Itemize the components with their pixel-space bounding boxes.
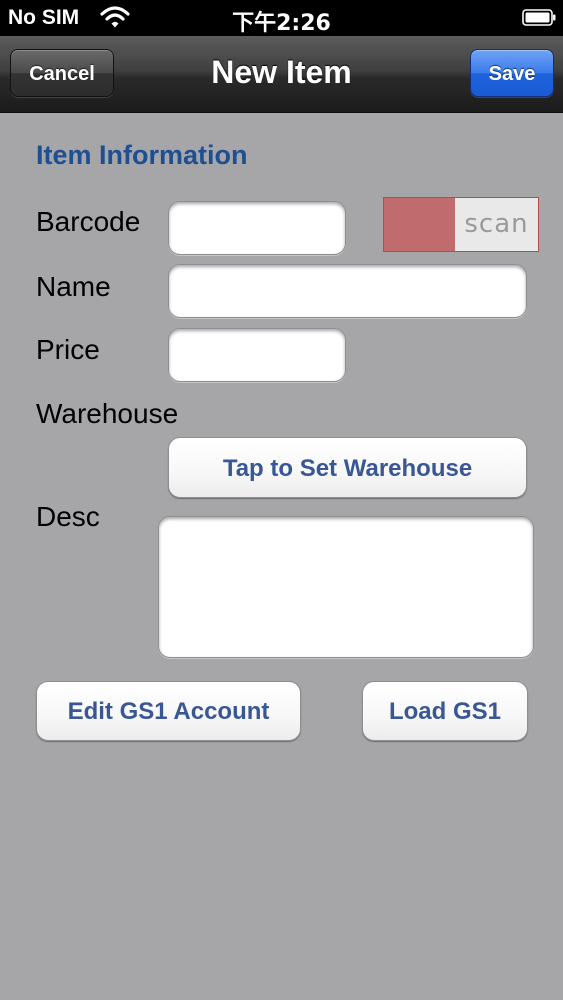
screen: No SIM 下午2:26 Cancel New Item Save Item … [0,0,563,1000]
load-gs1-button[interactable]: Load GS1 [362,681,528,741]
barcode-field-container [168,201,346,255]
barcode-label: Barcode [36,206,141,237]
price-input[interactable] [179,335,335,375]
save-button[interactable]: Save [470,49,554,97]
price-field-container [168,328,346,382]
barcode-input[interactable] [179,208,335,248]
section-title: Item Information [36,140,248,170]
name-input[interactable] [179,271,516,311]
desc-label: Desc [36,501,100,532]
status-bar: No SIM 下午2:26 [0,0,563,36]
name-label: Name [36,271,111,302]
battery-icon [522,9,556,26]
scan-toggle-label: scan [455,198,538,251]
edit-gs1-account-button[interactable]: Edit GS1 Account [36,681,301,741]
status-time: 下午2:26 [232,11,331,36]
name-field-container [168,264,527,318]
desc-textarea[interactable] [169,523,523,651]
set-warehouse-button[interactable]: Tap to Set Warehouse [168,437,527,498]
desc-field-container [158,516,534,658]
scan-toggle-knob [384,198,455,251]
price-label: Price [36,334,100,365]
warehouse-label: Warehouse [36,398,179,429]
scan-toggle[interactable]: scan [383,197,539,252]
navigation-bar: Cancel New Item Save [0,36,563,113]
